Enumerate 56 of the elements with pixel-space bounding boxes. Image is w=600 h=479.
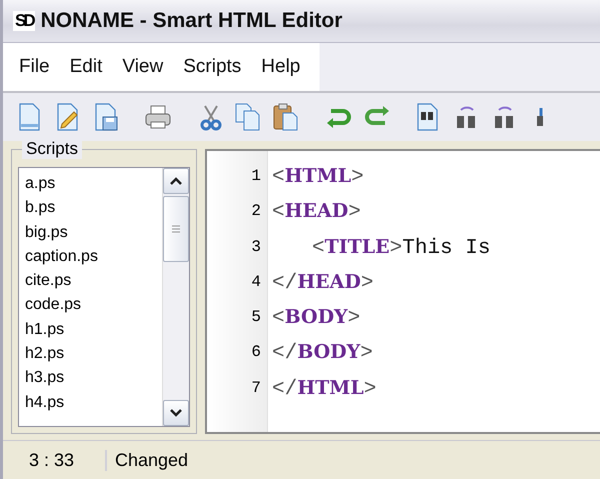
script-item[interactable]: b.ps bbox=[25, 196, 162, 221]
script-item[interactable]: a.ps bbox=[25, 172, 162, 196]
script-item[interactable]: caption.ps bbox=[25, 244, 162, 270]
bracket-symbol: > bbox=[348, 307, 360, 330]
tag-name: HEAD bbox=[284, 200, 348, 222]
script-item[interactable]: h1.ps bbox=[25, 318, 162, 342]
code-text: This Is bbox=[402, 236, 490, 260]
scroll-up-button[interactable] bbox=[163, 168, 189, 194]
bracket-symbol: < bbox=[272, 201, 285, 224]
menu-item[interactable]: Scripts bbox=[173, 52, 252, 82]
tag-name: BODY bbox=[297, 341, 360, 364]
menu-item[interactable]: Help bbox=[251, 52, 310, 82]
bracket-symbol: < bbox=[312, 236, 325, 260]
bracket-symbol: < bbox=[272, 307, 285, 330]
bracket-symbol: > bbox=[360, 272, 374, 295]
bracket-symbol: > bbox=[360, 342, 373, 366]
tag-name: HTML bbox=[297, 376, 364, 399]
window-title: NONAME - Smart HTML Editor bbox=[40, 9, 342, 33]
menu-item[interactable]: Edit bbox=[60, 52, 112, 82]
script-item[interactable]: big.ps bbox=[25, 220, 162, 245]
bracket-symbol: > bbox=[390, 236, 402, 260]
menu-item[interactable]: File bbox=[9, 52, 60, 82]
tag-name: HTML bbox=[284, 165, 352, 187]
panel-title: Scripts bbox=[22, 139, 82, 159]
menu-item[interactable]: View bbox=[112, 52, 174, 82]
bracket-symbol: </ bbox=[272, 378, 298, 401]
line-number: 7 bbox=[250, 378, 262, 399]
script-item[interactable]: h4.ps bbox=[25, 390, 162, 415]
line-number: 5 bbox=[250, 307, 262, 328]
line-number: 4 bbox=[250, 272, 262, 293]
bracket-symbol: > bbox=[348, 201, 361, 224]
bracket-symbol: < bbox=[272, 166, 285, 189]
scroll-thumb[interactable] bbox=[163, 196, 189, 262]
script-item[interactable]: h3.ps bbox=[25, 366, 162, 391]
caret-up-icon bbox=[170, 177, 182, 185]
app-logo: SD bbox=[13, 11, 35, 31]
cursor-position: 3 : 33 bbox=[3, 450, 107, 470]
bracket-symbol: </ bbox=[272, 342, 298, 366]
grip-icon bbox=[172, 225, 180, 233]
line-number: 3 bbox=[250, 236, 262, 258]
scroll-down-button[interactable] bbox=[163, 400, 189, 426]
tag-name: BODY bbox=[284, 306, 348, 328]
line-number: 6 bbox=[250, 342, 262, 364]
code-editor[interactable]: 1 2 3 4 5 6 7 <HTML> <HEAD> <TITLE>This Is </HEAD> <BODY> </BODY> </HTML> bbox=[205, 149, 600, 434]
script-item[interactable]: h2.ps bbox=[25, 342, 162, 366]
line-number: 1 bbox=[250, 166, 262, 187]
line-number: 2 bbox=[250, 201, 262, 222]
script-item[interactable]: code.ps bbox=[25, 293, 162, 318]
tag-name: HEAD bbox=[297, 270, 361, 293]
script-item[interactable]: cite.ps bbox=[25, 269, 162, 294]
tag-name: TITLE bbox=[324, 236, 390, 258]
document-state: Changed bbox=[114, 450, 188, 470]
bracket-symbol: > bbox=[364, 378, 376, 401]
bracket-symbol: </ bbox=[272, 272, 298, 295]
bracket-symbol: > bbox=[351, 166, 364, 189]
caret-down-icon bbox=[170, 409, 182, 417]
